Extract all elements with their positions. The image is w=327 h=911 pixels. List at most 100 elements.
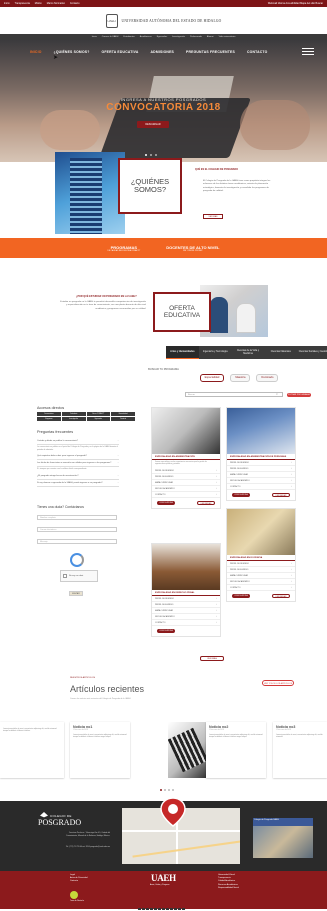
chevron-down-icon: ⌄ [117, 481, 119, 484]
highlights-band: PROGRAMAS DE CALIDAD RECONOCIDA CONACYT … [0, 238, 327, 258]
shortcut-item[interactable]: Investigación [61, 417, 86, 421]
shortcut-item[interactable]: Contacto [111, 417, 135, 421]
footer-link[interactable]: Contacto [70, 880, 88, 883]
send-button[interactable]: ENVIAR [69, 591, 83, 596]
secondary-nav-item[interactable]: Conoce la UAEH [102, 36, 119, 38]
tab-ingenieria[interactable]: Ingeniería y Tecnología [199, 346, 232, 359]
news-card[interactable]: Noticia no1 12 de enero de 2018 Lorem ip… [70, 722, 130, 778]
topbar-right-links[interactable]: Webmail Idioma Accesibilidad Mapa del si… [268, 2, 323, 5]
convocatoria-button[interactable]: CONVOCATORIA [157, 501, 175, 506]
faq-item[interactable]: Qué requisitos debo cubrir para ingresar… [37, 453, 119, 461]
topbar-link[interactable]: Misión [35, 2, 42, 5]
tab-ciencias-sociales[interactable]: Ciencias Sociales y Gestión [297, 346, 327, 359]
tab-ciencias-naturales[interactable]: Ciencias Naturales [264, 346, 297, 359]
topbar-link[interactable]: Transparencia [15, 2, 30, 5]
recaptcha-icon [70, 553, 84, 567]
faq-list: Cuándo y dónde se publica la convocatori… [37, 438, 119, 487]
subtab-doctorado[interactable]: Doctorado [256, 374, 279, 382]
university-seal-icon[interactable]: UAEH [105, 13, 118, 28]
news-date: 12 de enero de 2018 [73, 730, 88, 731]
captcha-label: No soy un robot [69, 575, 84, 577]
convocatoria-button[interactable]: CONVOCATORIA [232, 493, 250, 497]
name-field[interactable]: Nombre completo [37, 515, 117, 520]
subtab-maestria[interactable]: Maestría [230, 374, 251, 382]
nav-oferta-educativa[interactable]: OFERTA EDUCATIVA [102, 50, 139, 54]
message-field[interactable]: Mensaje [37, 539, 117, 544]
download-button[interactable]: DESCARGAR [272, 594, 290, 598]
captcha-widget[interactable]: No soy un robot [60, 570, 98, 582]
footer-link[interactable]: Responsabilidad Social [218, 887, 239, 890]
oferta-educativa-box[interactable]: OFERTA EDUCATIVA [153, 292, 211, 332]
program-card: ESPECIALIDAD EN ADMINISTRACIÓN Formar es… [151, 407, 221, 510]
secondary-nav-item[interactable]: Alumni [207, 36, 214, 38]
hero-carousel-dots[interactable] [145, 154, 157, 156]
logo-big-text: POSGRADO [38, 818, 82, 827]
convocatoria-button[interactable]: CONVOCATORIA [157, 629, 175, 633]
shortcut-item[interactable]: Calendario [61, 412, 86, 416]
torre-label: Torre de Rectoría [70, 900, 84, 902]
convocatoria-button[interactable]: CONVOCATORIA [232, 594, 250, 598]
chevron-down-icon: ⌄ [117, 474, 119, 477]
news-text: Lorem ipsum dolor sit amet, consectetur … [73, 734, 127, 739]
nav-admisiones[interactable]: ADMISIONES [151, 50, 174, 54]
faq-item[interactable]: Los títulos de licenciatura o maestría s… [37, 460, 119, 468]
faq-item[interactable]: Si soy alumno o egresado de la UAEH, pue… [37, 480, 119, 487]
news-text: Lorem ipsum dolor sit amet, consectetur … [209, 734, 263, 739]
news-card[interactable]: Lorem ipsum dolor sit amet, consectetur … [0, 722, 64, 778]
facebook-widget[interactable]: Colegio de Posgrado UAEH [253, 818, 313, 858]
faq-item[interactable]: ¿El posgrado otorga becas de manutención… [37, 473, 119, 480]
captcha-checkbox[interactable] [63, 574, 67, 578]
shortcut-item[interactable]: Programas [37, 417, 61, 421]
download-button[interactable]: DESCARGAR [197, 501, 215, 506]
university-name[interactable]: UNIVERSIDAD AUTÓNOMA DEL ESTADO DE HIDAL… [122, 19, 222, 23]
search-icon[interactable]: ⌕ [276, 392, 278, 396]
secondary-nav-item[interactable]: Vida universitaria [219, 36, 236, 38]
filter-programs-button[interactable]: FILTRAR PROGRAMAS [287, 393, 311, 397]
secondary-nav-item[interactable]: Académicos [140, 36, 152, 38]
articles-eyebrow: NUESTROS ARTÍCULOS [70, 677, 96, 679]
nav-contacto[interactable]: CONTACTO [247, 50, 268, 54]
news-card[interactable]: Noticia no2 12 de enero de 2018 Lorem ip… [206, 722, 266, 778]
shortcut-item[interactable]: Egresados [86, 417, 111, 421]
shortcut-item[interactable]: Convocatorias [37, 412, 61, 416]
nav-quienes-somos[interactable]: ¿QUIÉNES SOMOS? [54, 50, 90, 54]
quienes-somos-box[interactable]: ¿QUIÉNES SOMOS? [118, 158, 182, 214]
hero-hand-decoration [40, 110, 100, 150]
colegio-posgrado-logo[interactable]: COLEGIO DE POSGRADO [38, 814, 98, 827]
subtab-especialidad[interactable]: Especialidad [199, 374, 225, 382]
hamburger-menu-icon[interactable] [302, 48, 314, 56]
quienes-title: ¿QUIÉNES SOMOS? [130, 176, 170, 194]
tab-ciencias-vida[interactable]: Ciencias de la Vida y Medicina [232, 346, 265, 359]
all-articles-button[interactable]: VER TODOS LOS ARTÍCULOS [262, 680, 294, 686]
secondary-nav-item[interactable]: Egresados [157, 36, 167, 38]
tab-artes-humanidades[interactable]: Artes y Humanidades [166, 346, 199, 359]
secondary-nav-item[interactable]: Estudiantes [123, 36, 134, 38]
quienes-more-button[interactable]: VER MÁS [203, 214, 223, 219]
see-more-programs-button[interactable]: VER MÁS [200, 656, 224, 661]
secondary-nav-item[interactable]: Investigación [172, 36, 185, 38]
torre-icon[interactable] [70, 891, 78, 899]
secondary-nav-item[interactable]: Inicio [92, 36, 97, 38]
topbar-link[interactable]: Marco Normativo [47, 2, 65, 5]
program-search-input[interactable]: Buscar [185, 392, 283, 397]
nav-inicio[interactable]: INICIO [30, 50, 42, 54]
faq-item[interactable]: Cuándo y dónde se publica la convocatori… [37, 438, 119, 445]
news-title: Noticia no3 [276, 725, 296, 729]
download-button[interactable]: DESCARGAR [272, 493, 290, 497]
secondary-nav-item[interactable]: Profesorado [190, 36, 202, 38]
news-carousel-dots[interactable] [160, 789, 174, 791]
quienes-building-image [55, 152, 125, 234]
shortcut-item[interactable]: Becas CONACYT [86, 412, 111, 416]
topbar-link[interactable]: Inicio [4, 2, 10, 5]
program-card: ESPECIALIDAD EN DERECHO PENAL PERFIL DE … [151, 543, 221, 637]
news-card[interactable]: Noticia no3 12 de enero de 2018 Lorem ip… [273, 722, 327, 778]
hero-download-button[interactable]: DESCARGAR [137, 121, 169, 128]
bottom-pager-dots [138, 908, 185, 910]
chevron-down-icon: ⌄ [117, 462, 119, 465]
topbar-link[interactable]: Contacto [70, 2, 80, 5]
nav-preguntas-frecuentes[interactable]: PREGUNTAS FRECUENTES [186, 50, 235, 54]
shortcuts-title: Accesos directos [37, 406, 65, 410]
shortcut-item[interactable]: Normatividad [111, 412, 135, 416]
uaeh-logo[interactable]: UAEH [151, 873, 176, 883]
email-field[interactable]: Correo electrónico [37, 527, 117, 532]
